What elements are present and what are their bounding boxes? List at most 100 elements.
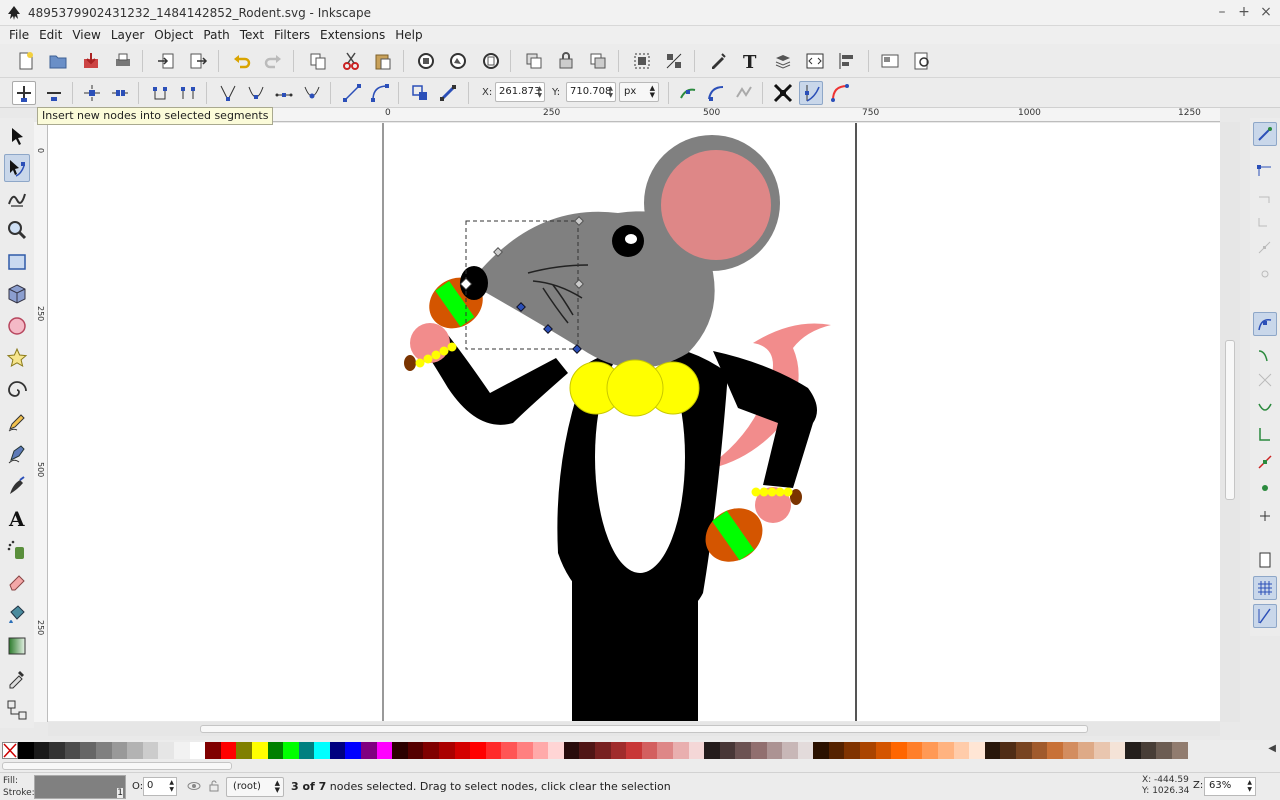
close-button[interactable]: ×	[1260, 4, 1272, 20]
snap-bbox-corner-icon[interactable]	[1253, 210, 1277, 234]
join-nodes-button[interactable]	[80, 81, 104, 105]
palette-swatch[interactable]	[750, 741, 767, 759]
palette-swatch[interactable]	[1171, 741, 1188, 759]
zoom-drawing-icon[interactable]	[446, 49, 470, 73]
palette-swatch[interactable]	[1047, 741, 1063, 759]
horizontal-scrollbar[interactable]	[48, 722, 1220, 736]
palette-swatch[interactable]	[532, 741, 549, 759]
menu-view[interactable]: View	[67, 28, 105, 42]
palette-swatch[interactable]	[407, 741, 424, 759]
palette-swatch[interactable]	[517, 741, 533, 759]
snap-rotation-centers-icon[interactable]	[1253, 504, 1277, 528]
palette-swatch[interactable]	[173, 741, 190, 759]
ellipse-tool[interactable]	[4, 312, 30, 340]
palette-swatch[interactable]	[688, 741, 705, 759]
palette-swatch[interactable]	[329, 741, 346, 759]
palette-swatch[interactable]	[563, 741, 580, 759]
palette-swatch[interactable]	[641, 741, 658, 759]
palette-swatch[interactable]	[158, 741, 174, 759]
spray-tool[interactable]	[4, 536, 30, 564]
palette-swatch[interactable]	[361, 741, 377, 759]
snap-intersections-icon[interactable]	[1253, 368, 1277, 392]
palette-swatch[interactable]	[33, 741, 50, 759]
paste-icon[interactable]	[371, 49, 395, 73]
align-distribute-icon[interactable]	[835, 49, 859, 73]
rectangle-tool[interactable]	[4, 248, 30, 276]
menu-help[interactable]: Help	[390, 28, 427, 42]
xml-editor-icon[interactable]	[803, 49, 827, 73]
palette-swatch[interactable]	[1016, 741, 1032, 759]
group-icon[interactable]	[630, 49, 654, 73]
horizontal-scroll-thumb[interactable]	[200, 725, 1088, 733]
menu-path[interactable]: Path	[198, 28, 234, 42]
save-icon[interactable]	[79, 49, 103, 73]
palette-swatch[interactable]	[485, 741, 502, 759]
zoom-input[interactable]: 63% ▲ ▼	[1204, 777, 1256, 796]
snap-page-border-icon[interactable]	[1253, 548, 1277, 572]
palette-swatch[interactable]	[454, 741, 471, 759]
snap-midpoints-icon[interactable]	[1253, 450, 1277, 474]
palette-swatch[interactable]	[18, 741, 34, 759]
menu-extensions[interactable]: Extensions	[315, 28, 390, 42]
selector-tool[interactable]	[4, 122, 30, 150]
palette-swatch[interactable]	[953, 741, 970, 759]
star-tool[interactable]	[4, 344, 30, 372]
palette-swatch[interactable]	[657, 741, 673, 759]
menu-edit[interactable]: Edit	[34, 28, 67, 42]
palette-swatch[interactable]	[298, 741, 315, 759]
palette-swatch[interactable]	[314, 741, 330, 759]
insert-node-button[interactable]	[12, 81, 36, 105]
cusp-node-button[interactable]	[216, 81, 240, 105]
dropper-tool[interactable]	[4, 664, 30, 692]
spin-arrows-icon[interactable]: ▲ ▼	[1247, 779, 1252, 793]
drawing-canvas[interactable]	[48, 123, 1220, 721]
eraser-tool[interactable]	[4, 568, 30, 596]
palette-swatch[interactable]	[220, 741, 237, 759]
snap-nodes-icon[interactable]	[1253, 312, 1277, 336]
palette-swatch[interactable]	[439, 741, 455, 759]
palette-swatch[interactable]	[813, 741, 829, 759]
palette-scroll-left-icon[interactable]: ◀	[1268, 743, 1276, 754]
palette-swatch[interactable]	[423, 741, 440, 759]
spin-arrows-icon[interactable]: ▲ ▼	[169, 779, 174, 793]
export-icon[interactable]	[186, 49, 210, 73]
zoom-page-icon[interactable]	[479, 49, 503, 73]
snap-enable-icon[interactable]	[1253, 122, 1277, 146]
ungroup-icon[interactable]	[662, 49, 686, 73]
palette-swatch[interactable]	[392, 741, 408, 759]
spin-arrows-icon[interactable]: ▲ ▼	[537, 85, 542, 99]
spiral-tool[interactable]	[4, 376, 30, 404]
snap-cusp-nodes-icon[interactable]	[1253, 396, 1277, 420]
menu-object[interactable]: Object	[149, 28, 198, 42]
palette-swatch[interactable]	[345, 741, 362, 759]
unlink-clone-icon[interactable]	[586, 49, 610, 73]
palette-swatch[interactable]	[548, 741, 564, 759]
clone-icon[interactable]	[554, 49, 578, 73]
minimize-button[interactable]: –	[1216, 4, 1228, 20]
palette-swatch[interactable]	[1109, 741, 1126, 759]
delete-node-button[interactable]	[42, 81, 66, 105]
unit-select[interactable]: px ▲ ▼	[619, 82, 659, 102]
menu-text[interactable]: Text	[235, 28, 269, 42]
maximize-button[interactable]: +	[1238, 4, 1250, 20]
join-endnodes-segment-button[interactable]	[148, 81, 172, 105]
pen-tool[interactable]	[4, 440, 30, 468]
fill-stroke-icon[interactable]	[706, 49, 730, 73]
connector-tool[interactable]	[4, 696, 30, 724]
3d-box-tool[interactable]	[4, 280, 30, 308]
palette-swatch[interactable]	[579, 741, 595, 759]
break-path-button[interactable]	[108, 81, 132, 105]
palette-swatch[interactable]	[1078, 741, 1094, 759]
vertical-scrollbar[interactable]	[1220, 122, 1240, 722]
palette-swatch[interactable]	[1062, 741, 1079, 759]
palette-swatch[interactable]	[938, 741, 954, 759]
palette-swatch[interactable]	[719, 741, 736, 759]
object-to-path-button[interactable]	[408, 81, 432, 105]
palette-swatch[interactable]	[95, 741, 112, 759]
make-segment-line-button[interactable]	[340, 81, 364, 105]
edit-clip-path-button[interactable]	[676, 81, 700, 105]
menu-filters[interactable]: Filters	[269, 28, 315, 42]
palette-swatch[interactable]	[891, 741, 907, 759]
current-layer-select[interactable]: (root) ▲ ▼	[226, 777, 284, 797]
palette-swatch[interactable]	[626, 741, 642, 759]
